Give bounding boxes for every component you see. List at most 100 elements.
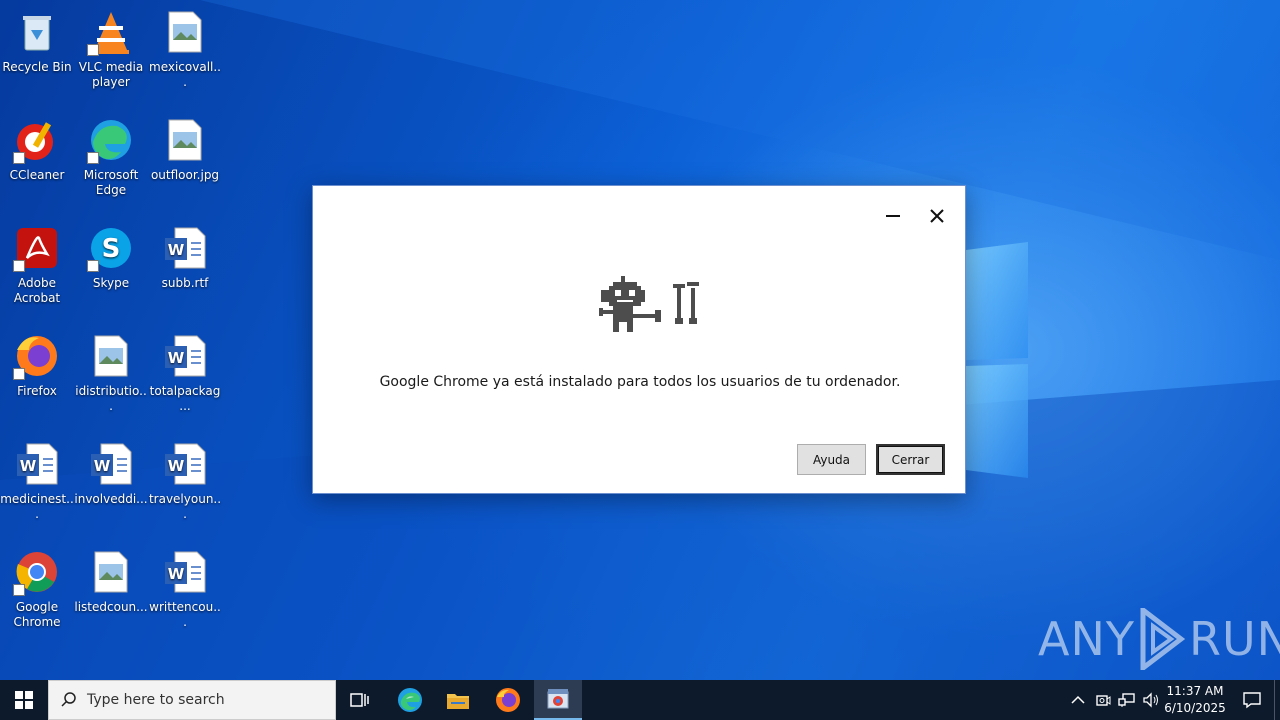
word-doc-icon: W <box>13 440 61 488</box>
desktop-icon[interactable]: Adobe Acrobat <box>0 224 74 306</box>
ccleaner-icon <box>13 116 61 164</box>
desktop-icon[interactable]: Recycle Bin <box>0 8 74 75</box>
desktop-icon-label: Recycle Bin <box>2 60 72 74</box>
installer-message: Google Chrome ya está instalado para tod… <box>379 374 901 390</box>
desktop-icon-label: Google Chrome <box>13 600 61 629</box>
webcam-icon <box>1096 695 1111 706</box>
desktop-icon-label: Microsoft Edge <box>83 168 139 197</box>
start-button[interactable] <box>0 680 48 720</box>
desktop-icon[interactable]: Winvolveddi... <box>74 440 148 507</box>
desktop-icon-label: Skype <box>92 276 130 290</box>
tray-network[interactable] <box>1117 690 1137 710</box>
action-center-button[interactable] <box>1232 680 1272 720</box>
recycle-bin-icon <box>13 8 61 56</box>
desktop-icon[interactable]: Wwrittencou... <box>148 548 222 630</box>
desktop-icon-label: involveddi... <box>74 492 148 506</box>
desktop-icon-label: subb.rtf <box>161 276 209 290</box>
volume-icon <box>1143 692 1158 708</box>
close-button[interactable]: Cerrar <box>876 444 945 475</box>
watermark-text-right: RUN <box>1188 612 1280 666</box>
taskbar-clock[interactable]: 11:37 AM 6/10/2025 <box>1160 683 1230 717</box>
shortcut-arrow-icon <box>13 260 25 272</box>
desktop-icon[interactable]: Firefox <box>0 332 74 399</box>
skype-icon: S <box>87 224 135 272</box>
svg-text:W: W <box>168 565 185 583</box>
clock-date: 6/10/2025 <box>1164 701 1226 715</box>
acrobat-icon <box>13 224 61 272</box>
svg-text:W: W <box>168 457 185 475</box>
taskbar-edge[interactable] <box>386 680 434 720</box>
desktop-icon[interactable]: idistributio... <box>74 332 148 414</box>
desktop-icon-label: listedcoun... <box>74 600 148 614</box>
desktop-icon-label: VLC media player <box>78 60 144 89</box>
shortcut-arrow-icon <box>87 152 99 164</box>
svg-text:W: W <box>168 241 185 259</box>
show-desktop-button[interactable] <box>1274 680 1280 720</box>
desktop-icon-label: idistributio... <box>75 384 147 413</box>
desktop-icon[interactable]: listedcoun... <box>74 548 148 615</box>
shortcut-arrow-icon <box>13 584 25 596</box>
shortcut-arrow-icon <box>13 368 25 380</box>
desktop-icon-label: writtencou... <box>149 600 221 629</box>
desktop-icon[interactable]: S Skype <box>74 224 148 291</box>
firefox-icon <box>13 332 61 380</box>
taskbar-chrome-installer[interactable] <box>534 680 582 720</box>
word-doc-icon: W <box>161 440 209 488</box>
taskbar-file-explorer[interactable] <box>434 680 482 720</box>
task-view-button[interactable] <box>336 680 384 720</box>
tray-meet-now[interactable] <box>1093 690 1113 710</box>
svg-text:W: W <box>20 457 37 475</box>
desktop-icon[interactable]: Wmedicinest... <box>0 440 74 522</box>
desktop-icon[interactable]: CCleaner <box>0 116 74 183</box>
close-icon <box>930 209 944 223</box>
desktop-icon[interactable]: mexicovall... <box>148 8 222 90</box>
desktop-icon[interactable]: outfloor.jpg <box>148 116 222 183</box>
help-button[interactable]: Ayuda <box>797 444 866 475</box>
robot-tools-icon <box>599 276 699 332</box>
desktop-icon-label: outfloor.jpg <box>150 168 220 182</box>
taskbar-firefox[interactable] <box>484 680 532 720</box>
taskbar-search-box[interactable]: Type here to search <box>48 680 336 720</box>
close-window-button[interactable] <box>923 202 951 230</box>
desktop-icon[interactable]: VLC media player <box>74 8 148 90</box>
network-icon <box>1118 693 1135 707</box>
desktop-icon-label: mexicovall... <box>149 60 221 89</box>
edge-icon <box>398 688 422 712</box>
desktop-icon-label: medicinest... <box>0 492 74 521</box>
shortcut-arrow-icon <box>87 260 99 272</box>
notification-icon <box>1243 692 1261 709</box>
svg-text:W: W <box>94 457 111 475</box>
image-file-icon <box>87 548 135 596</box>
play-logo-icon <box>1140 608 1185 670</box>
search-icon <box>61 692 77 708</box>
image-file-icon <box>161 116 209 164</box>
desktop-icon-label: CCleaner <box>9 168 65 182</box>
svg-text:S: S <box>102 234 121 264</box>
chevron-up-icon <box>1071 695 1085 704</box>
desktop-icon[interactable]: Microsoft Edge <box>74 116 148 198</box>
taskbar: Type here to search 11:37 AM 6/10/2025 <box>0 680 1280 720</box>
minimize-button[interactable] <box>879 202 907 230</box>
shortcut-arrow-icon <box>87 44 99 56</box>
word-doc-icon: W <box>161 332 209 380</box>
tray-volume[interactable] <box>1141 690 1161 710</box>
show-hidden-icons-button[interactable] <box>1068 690 1088 710</box>
task-view-icon <box>350 693 369 707</box>
clock-time: 11:37 AM <box>1166 684 1224 698</box>
minimize-icon <box>886 215 900 217</box>
word-doc-icon: W <box>161 548 209 596</box>
desktop-icon-label: Firefox <box>17 384 57 398</box>
desktop-icon[interactable]: Wtotalpackag... <box>148 332 222 414</box>
edge-icon <box>87 116 135 164</box>
watermark-text-left: ANY <box>1038 612 1135 666</box>
desktop-icon[interactable]: Google Chrome <box>0 548 74 630</box>
svg-text:W: W <box>168 349 185 367</box>
vlc-icon <box>87 8 135 56</box>
desktop-icon[interactable]: Wtravelyoun... <box>148 440 222 522</box>
desktop-icon[interactable]: Wsubb.rtf <box>148 224 222 291</box>
chrome-installer-icon <box>547 689 569 709</box>
windows-logo-icon <box>15 691 33 709</box>
firefox-icon <box>496 688 520 712</box>
anyrun-watermark: ANY RUN <box>1038 606 1280 672</box>
desktop-icon-label: travelyoun... <box>148 492 222 521</box>
